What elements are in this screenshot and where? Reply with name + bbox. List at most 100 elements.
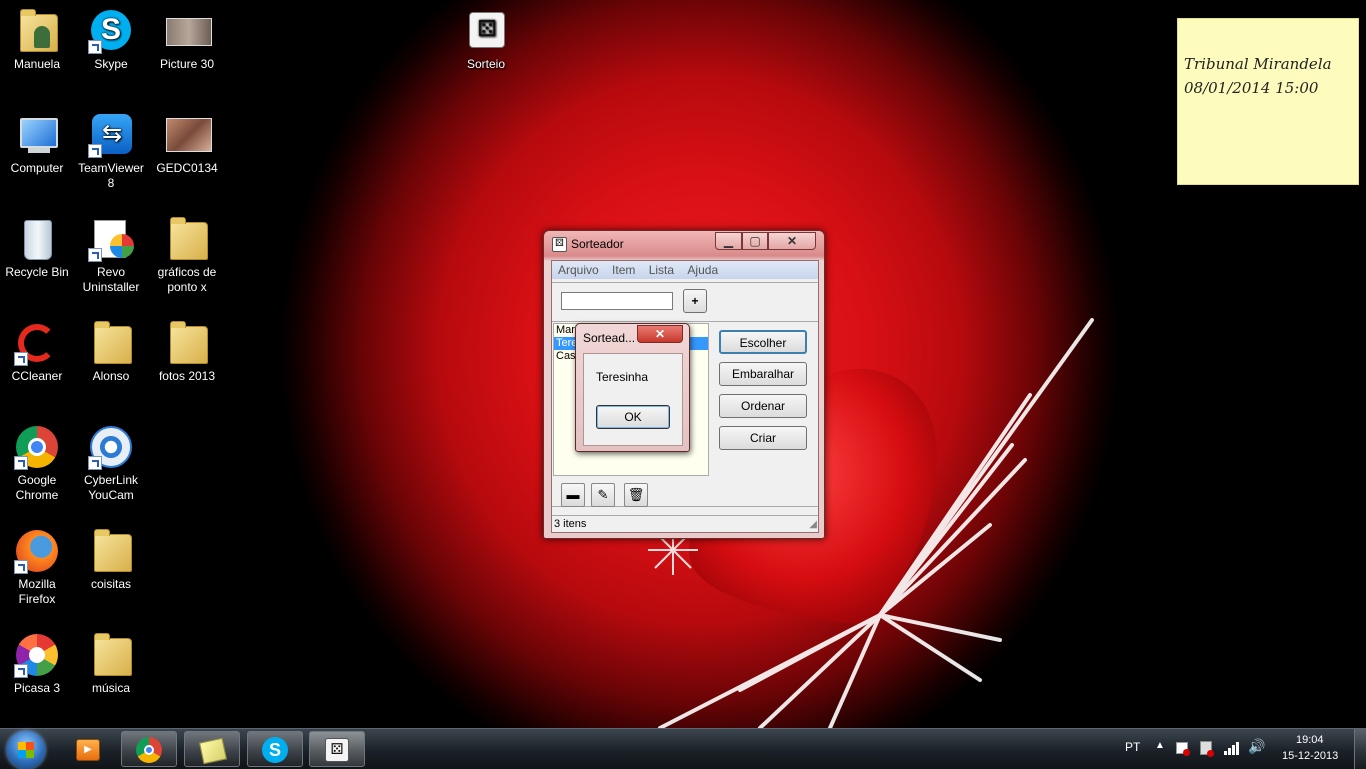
embaralhar-button[interactable]: Embaralhar	[719, 362, 807, 386]
dialog-message: Teresinha	[596, 370, 649, 384]
desktop-icon-label: Picture 30	[159, 57, 215, 71]
show-desktop-button[interactable]	[1354, 729, 1366, 769]
resize-grip-icon[interactable]: ◢	[809, 517, 817, 533]
desktop-icon-skype[interactable]: S Skype	[74, 6, 148, 72]
edit-pencil-icon: ✎	[597, 487, 609, 502]
chevron-up-icon: ▲	[1155, 740, 1165, 751]
image-thumbnail-icon	[166, 18, 212, 46]
folder-icon	[170, 217, 208, 260]
action-center-flag-icon[interactable]	[1176, 742, 1190, 756]
desktop-icon-alonso[interactable]: Alonso	[74, 318, 148, 384]
shortcut-arrow-icon	[88, 456, 102, 470]
add-item-button[interactable]: +	[683, 289, 707, 313]
taskbar-skype[interactable]: S	[247, 731, 303, 767]
desktop-icon-label: Revo Uninstaller	[82, 265, 140, 294]
menu-item[interactable]: Item	[612, 263, 635, 277]
dice-icon: ⚄	[469, 12, 505, 48]
edit-item-button[interactable]: ✎	[591, 483, 615, 507]
volume-icon[interactable]: 🔊	[1248, 738, 1265, 755]
desktop-icon-manuela[interactable]: Manuela	[0, 6, 74, 72]
window-title: Sorteador	[571, 237, 624, 251]
shortcut-arrow-icon	[14, 456, 28, 470]
desktop-icon-label: Sorteio	[466, 57, 506, 71]
clock-date[interactable]: 15-12-2013	[1282, 750, 1338, 762]
desktop-icon-label: Manuela	[13, 57, 61, 71]
close-icon: ✕	[786, 234, 798, 248]
dialog-close-button[interactable]: ✕	[637, 325, 683, 343]
minimize-button[interactable]: ▁	[715, 232, 742, 250]
clock-time[interactable]: 19:04	[1296, 734, 1324, 746]
desktop-icon-mozilla-firefox[interactable]: Mozilla Firefox	[0, 526, 74, 607]
maximize-button[interactable]: ▢	[742, 232, 768, 250]
desktop-icon-google-chrome[interactable]: Google Chrome	[0, 422, 74, 503]
sticky-note-line: 08/01/2014 15:00	[1184, 79, 1319, 97]
recycle-bin-icon	[24, 220, 52, 260]
escolher-button[interactable]: Escolher	[719, 330, 807, 354]
trash-icon: 🗑	[627, 487, 645, 502]
taskbar-sticky-notes[interactable]	[184, 731, 240, 767]
desktop-icon-teamviewer[interactable]: ⇆ TeamViewer 8	[74, 110, 148, 191]
close-button[interactable]: ✕	[768, 232, 816, 250]
shortcut-arrow-icon	[88, 248, 102, 262]
ok-button[interactable]: OK	[596, 405, 670, 429]
desktop-icon-label: CCleaner	[11, 369, 63, 383]
computer-icon	[20, 118, 58, 148]
sticky-notes-icon	[198, 737, 228, 765]
desktop-icon-picture-30[interactable]: Picture 30	[150, 6, 224, 72]
desktop-icon-label: Alonso	[92, 369, 130, 383]
dialog-client-area: Teresinha OK	[583, 353, 683, 446]
desktop-icon-label: Google Chrome	[15, 473, 59, 502]
language-indicator[interactable]: PT	[1125, 740, 1140, 754]
menu-arquivo[interactable]: Arquivo	[558, 263, 599, 277]
desktop-icon-graficos-de-ponto-x[interactable]: gráficos de ponto x	[150, 214, 224, 295]
minimize-icon: ▁	[723, 234, 734, 248]
desktop-icon-label: CyberLink YouCam	[83, 473, 139, 502]
minus-icon: ▬	[566, 487, 580, 502]
menu-lista[interactable]: Lista	[649, 263, 674, 277]
desktop-icon-label: Picasa 3	[13, 681, 61, 695]
desktop-icon-gedc0134[interactable]: GEDC0134	[150, 110, 224, 176]
desktop-icon-computer[interactable]: Computer	[0, 110, 74, 176]
desktop-icon-musica[interactable]: música	[74, 630, 148, 696]
taskbar-sorteador[interactable]: ⚄	[309, 731, 365, 767]
menu-bar: Arquivo Item Lista Ajuda	[552, 261, 818, 279]
start-button[interactable]	[7, 731, 45, 769]
desktop-icon-label: música	[91, 681, 130, 695]
sticky-note[interactable]: Tribunal Mirandela 08/01/2014 15:00	[1177, 18, 1359, 185]
desktop-icon-ccleaner[interactable]: CCleaner	[0, 318, 74, 384]
shortcut-arrow-icon	[14, 560, 28, 574]
desktop-icon-fotos-2013[interactable]: fotos 2013	[150, 318, 224, 384]
windows-logo-icon	[18, 742, 34, 758]
desktop-icon-label: gráficos de ponto x	[157, 265, 217, 294]
desktop-icon-revo-uninstaller[interactable]: Revo Uninstaller	[74, 214, 148, 295]
desktop-icon-picasa[interactable]: Picasa 3	[0, 630, 74, 696]
delete-list-button[interactable]: 🗑	[624, 483, 648, 507]
network-signal-icon[interactable]	[1224, 741, 1240, 755]
taskbar-media-player[interactable]: ▶	[62, 731, 114, 767]
item-count-status: 3 itens	[554, 518, 587, 530]
skype-icon: S	[262, 737, 288, 763]
result-dialog[interactable]: Sortead... ✕ Teresinha OK	[575, 323, 690, 452]
item-input[interactable]	[561, 292, 673, 310]
dialog-title: Sortead...	[583, 331, 636, 345]
desktop-icon-recycle-bin[interactable]: Recycle Bin	[0, 214, 74, 280]
criar-button[interactable]: Criar	[719, 426, 807, 450]
taskbar-chrome[interactable]	[121, 731, 177, 767]
ordenar-button[interactable]: Ordenar	[719, 394, 807, 418]
folder-icon	[94, 529, 132, 572]
app-dice-icon: ⚄	[552, 237, 567, 252]
folder-icon	[94, 321, 132, 364]
menu-ajuda[interactable]: Ajuda	[687, 263, 718, 277]
desktop-icon-cyberlink-youcam[interactable]: CyberLink YouCam	[74, 422, 148, 503]
safely-remove-hardware-icon[interactable]	[1200, 741, 1214, 757]
remove-item-button[interactable]: ▬	[561, 483, 585, 507]
toolbar-separator	[552, 321, 818, 322]
shortcut-arrow-icon	[88, 40, 102, 54]
desktop-icon-label: TeamViewer 8	[78, 161, 144, 190]
desktop-icon-label: Computer	[10, 161, 64, 175]
desktop-icon-coisitas[interactable]: coisitas	[74, 526, 148, 592]
show-hidden-icons-button[interactable]: ▲	[1155, 740, 1165, 751]
image-thumbnail-icon	[166, 118, 212, 152]
shortcut-arrow-icon	[88, 144, 102, 158]
desktop-icon-sorteio[interactable]: ⚄ Sorteio	[449, 6, 523, 72]
